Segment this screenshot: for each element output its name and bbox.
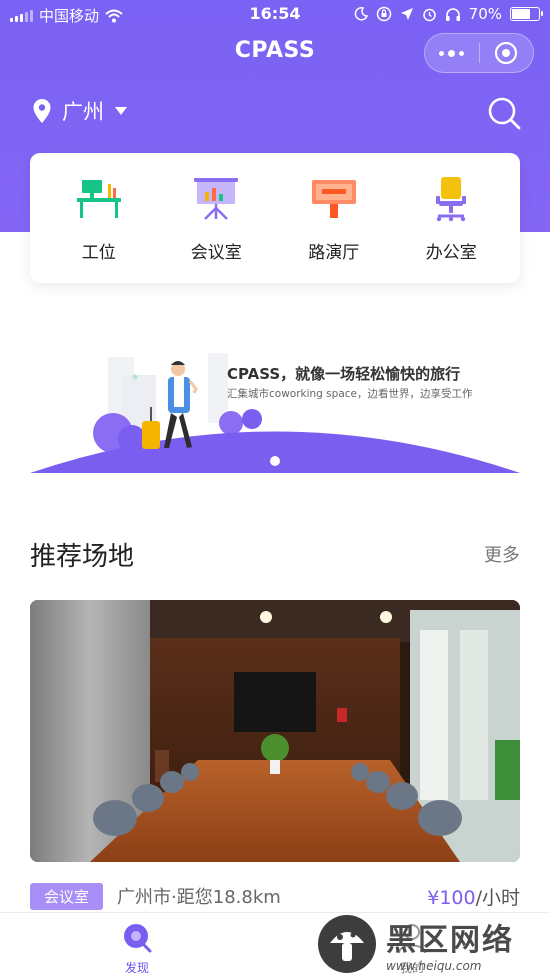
mini-program-capsule bbox=[424, 33, 534, 73]
section-title: 推荐场地 bbox=[30, 542, 135, 572]
location-arrow-icon bbox=[400, 8, 413, 20]
close-target-icon[interactable] bbox=[480, 41, 534, 65]
carousel-indicator-active[interactable] bbox=[270, 456, 280, 466]
more-dots-icon[interactable] bbox=[425, 49, 479, 57]
site-watermark: 黑区网络 www.heiqu.com bbox=[316, 912, 536, 976]
meeting-board-icon bbox=[194, 177, 239, 220]
category-office[interactable]: 办公室 bbox=[401, 174, 501, 263]
office-chair-icon bbox=[436, 176, 467, 221]
meeting-room-photo bbox=[30, 600, 520, 862]
venue-info: 会议室 广州市·距您18.8km ¥100/小时 bbox=[30, 880, 520, 912]
mushroom-logo-icon bbox=[318, 915, 376, 973]
alarm-icon bbox=[422, 8, 436, 21]
category-workstation[interactable]: 工位 bbox=[49, 174, 149, 263]
venue-price: ¥100/小时 bbox=[427, 883, 520, 910]
tab-discover[interactable]: 发现 bbox=[77, 913, 197, 978]
lock-rotation-icon bbox=[376, 6, 391, 22]
battery-level bbox=[512, 9, 531, 19]
price-amount: ¥100 bbox=[427, 886, 476, 909]
watermark-text: 黑区网络 www.heiqu.com bbox=[386, 915, 514, 973]
banner-illustration bbox=[30, 353, 520, 473]
search-icon[interactable] bbox=[486, 95, 522, 131]
watermark-url: www.heiqu.com bbox=[386, 959, 482, 973]
category-label: 会议室 bbox=[190, 242, 242, 263]
caret-down-icon bbox=[115, 107, 127, 115]
location-pin-icon bbox=[33, 99, 51, 123]
banner-subtitle: 汇集城市coworking space，边看世界，边享受工作 bbox=[227, 388, 473, 400]
tab-label: 发现 bbox=[124, 961, 149, 975]
city-label: 广州 bbox=[62, 100, 104, 124]
status-bar: 中国移动 16:54 70% bbox=[0, 0, 550, 30]
category-card: 工位 会议室 路演厅 办公室 bbox=[30, 153, 520, 283]
moon-icon bbox=[354, 7, 368, 21]
battery-percentage: 70% bbox=[468, 5, 502, 23]
venue-type-badge: 会议室 bbox=[30, 882, 104, 910]
category-label: 路演厅 bbox=[308, 242, 360, 263]
category-label: 工位 bbox=[81, 242, 116, 263]
city-selector[interactable]: 广州 bbox=[32, 96, 128, 126]
price-unit: /小时 bbox=[475, 886, 520, 909]
watermark-name: 黑区网络 bbox=[386, 923, 514, 958]
banner-title: CPASS，就像一场轻松愉快的旅行 bbox=[227, 365, 461, 383]
category-label: 办公室 bbox=[425, 242, 477, 263]
battery-icon bbox=[510, 7, 543, 21]
promo-banner[interactable]: CPASS，就像一场轻松愉快的旅行 汇集城市coworking space，边看… bbox=[30, 335, 520, 475]
headphones-icon bbox=[445, 7, 460, 21]
discover-icon bbox=[124, 924, 152, 953]
status-right: 70% bbox=[354, 5, 543, 23]
category-roadshow-hall[interactable]: 路演厅 bbox=[284, 174, 384, 263]
more-link[interactable]: 更多 bbox=[484, 541, 520, 567]
venue-photo[interactable] bbox=[30, 600, 520, 862]
workstation-desk-icon bbox=[76, 179, 121, 218]
category-meeting-room[interactable]: 会议室 bbox=[166, 174, 266, 263]
venue-location: 广州市·距您18.8km bbox=[117, 887, 281, 908]
roadshow-hall-icon bbox=[311, 179, 356, 218]
